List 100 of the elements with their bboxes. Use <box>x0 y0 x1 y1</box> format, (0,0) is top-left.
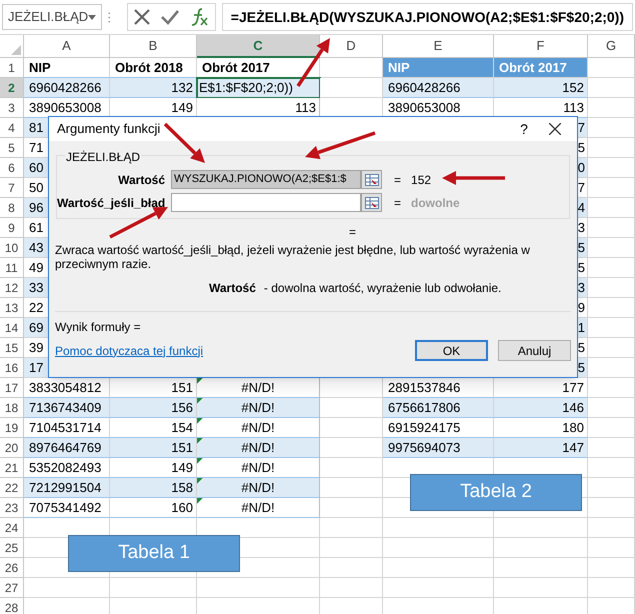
row-header[interactable]: 5 <box>0 138 24 158</box>
table-cell-text: #N/D! <box>241 438 275 457</box>
formula-result-label: Wynik formuły = <box>55 319 142 336</box>
table-cell-text: 7104531714 <box>29 418 102 437</box>
dialog-button[interactable]: OK <box>415 340 488 361</box>
table-cell-text: 50 <box>29 178 44 197</box>
table-cell-text: 17 <box>29 358 44 377</box>
table-cell-text: 146 <box>562 398 584 417</box>
parameter-description: - dowolna wartość, wyrażenie lub odwołanie. <box>264 280 502 297</box>
table-cell-text: 22 <box>29 298 44 317</box>
table-cell-text: 5 <box>578 338 585 357</box>
grid-cell <box>588 458 635 478</box>
row-header[interactable]: 4 <box>0 118 24 138</box>
argument-label: Wartość_jeśli_błąd <box>57 194 165 212</box>
dialog-button[interactable]: Anuluj <box>498 340 571 361</box>
table-cell-text: 8976464769 <box>29 438 102 457</box>
table-cell-text: 71 <box>29 138 44 157</box>
table-cell-text: 160 <box>171 498 193 517</box>
row-header[interactable]: 6 <box>0 158 24 178</box>
table-cell-text: 2891537846 <box>388 378 460 397</box>
row-header[interactable]: 15 <box>0 338 24 358</box>
table-cell-text: #N/D! <box>241 458 275 477</box>
table-cell-text: 5 <box>578 138 585 157</box>
column-header[interactable]: B <box>110 35 197 58</box>
row-header[interactable]: 1 <box>0 58 24 78</box>
row-header[interactable]: 22 <box>0 478 24 498</box>
row-header[interactable]: 2 <box>0 78 24 98</box>
cancel-icon[interactable] <box>132 8 151 26</box>
grid-cell <box>588 578 635 598</box>
row-header[interactable]: 27 <box>0 578 24 598</box>
table-cell-text: #N/D! <box>241 378 275 397</box>
function-icon[interactable] <box>190 7 210 27</box>
row-header[interactable]: 24 <box>0 518 24 538</box>
table-cell-text: 7 <box>578 118 585 137</box>
table-cell-text: 3890653008 <box>388 98 460 117</box>
range-select-button[interactable] <box>361 193 382 212</box>
grid-cell <box>320 558 383 578</box>
name-box[interactable]: JEŻELI.BŁĄD <box>2 4 102 30</box>
dropdown-caret-icon <box>88 14 96 20</box>
column-heading: Obrót 2017 <box>202 58 270 77</box>
table-cell-text: 33 <box>29 278 44 297</box>
help-button[interactable]: ? <box>509 118 539 140</box>
column-header[interactable]: A <box>24 35 110 58</box>
table-cell-text: 5 <box>578 258 585 277</box>
row-header[interactable]: 3 <box>0 98 24 118</box>
row-header[interactable]: 11 <box>0 258 24 278</box>
dialog-title: Argumenty funkcji <box>57 120 160 138</box>
table-cell-text: 0 <box>578 158 585 177</box>
equals-sign: = <box>394 172 402 188</box>
grid-cell <box>320 518 383 538</box>
column-header[interactable]: E <box>383 35 494 58</box>
row-header[interactable]: 23 <box>0 498 24 518</box>
table-cell-text: 7075341492 <box>29 498 102 517</box>
parameter-name: Wartość <box>209 280 256 297</box>
table-cell-text: 9 <box>578 298 585 317</box>
table-cell-text: 3890653008 <box>29 98 102 117</box>
row-header[interactable]: 21 <box>0 458 24 478</box>
table-cell-text: 152 <box>562 78 584 97</box>
row-header[interactable]: 14 <box>0 318 24 338</box>
grid-cell <box>588 518 635 538</box>
table-cell-text: 4 <box>578 198 585 217</box>
arrow <box>164 122 205 163</box>
row-header[interactable]: 7 <box>0 178 24 198</box>
table-cell-text: 6915924175 <box>388 418 460 437</box>
formula-field[interactable]: =JEŻELI.BŁĄD(WYSZUKAJ.PIONOWO(A2;$E$1:$F$20;2;0)) <box>222 3 633 31</box>
column-header[interactable]: G <box>588 35 635 58</box>
column-header[interactable]: D <box>320 35 383 58</box>
row-header[interactable]: 8 <box>0 198 24 218</box>
table-cell-text: 180 <box>562 418 584 437</box>
row-header[interactable]: 9 <box>0 218 24 238</box>
column-header[interactable]: F <box>494 35 588 58</box>
argument-field[interactable]: WYSZUKAJ.PIONOWO(A2;$E$1:$ <box>171 170 361 189</box>
argument-result: 152 <box>411 172 432 188</box>
row-header[interactable]: 10 <box>0 238 24 258</box>
table-cell-text: 1 <box>578 318 585 337</box>
argument-value: WYSZUKAJ.PIONOWO(A2;$E$1:$ <box>174 172 346 188</box>
column-heading: Obrót 2018 <box>115 58 183 77</box>
help-link[interactable]: Pomoc dotyczaca tej funkcji <box>55 342 204 360</box>
range-select-button[interactable] <box>361 170 382 189</box>
row-header[interactable]: 16 <box>0 358 24 378</box>
argument-field[interactable] <box>171 193 361 212</box>
table-cell-text: 6756617806 <box>388 398 460 417</box>
row-header[interactable]: 17 <box>0 378 24 398</box>
row-header[interactable]: 12 <box>0 278 24 298</box>
row-header[interactable]: 13 <box>0 298 24 318</box>
function-description: Zwraca wartość wartość_jeśli_błąd, jeżeli wyrażenie jest błędne, lub wartość wyrażenia w przeciwnym razie. <box>54 243 531 271</box>
table-cell-text: 7136743409 <box>29 398 102 417</box>
grid-cell <box>588 498 635 518</box>
close-icon[interactable] <box>549 123 561 135</box>
text-box-shape: Tabela 2 <box>410 474 582 511</box>
table-cell-text: E$1:$F$20;2;0)) <box>199 78 293 97</box>
column-header[interactable]: C <box>197 35 320 58</box>
table-cell-text: 151 <box>171 378 193 397</box>
row-header[interactable]: 20 <box>0 438 24 458</box>
checkmark-icon[interactable] <box>160 9 180 25</box>
row-header[interactable]: 18 <box>0 398 24 418</box>
row-header[interactable]: 26 <box>0 558 24 578</box>
grip-dots-icon <box>108 10 111 24</box>
row-header[interactable]: 25 <box>0 538 24 558</box>
row-header[interactable]: 19 <box>0 418 24 438</box>
